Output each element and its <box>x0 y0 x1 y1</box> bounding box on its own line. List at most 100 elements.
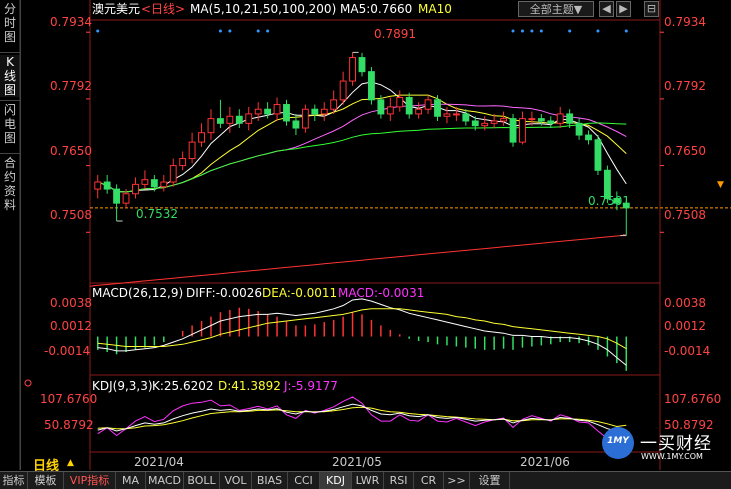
macd-tick-right: 0.0038 <box>664 296 706 310</box>
candle-body <box>292 120 300 129</box>
y-tick-label: 0.7934 <box>50 15 92 29</box>
candle-body <box>311 108 319 115</box>
candle-body <box>490 120 498 124</box>
indicator-tab[interactable]: VOL <box>220 472 252 489</box>
candle-body <box>264 108 272 115</box>
indicator-tab[interactable]: MACD <box>146 472 184 489</box>
y-tick-label-right: 0.7508 <box>664 208 706 222</box>
indicator-tab[interactable]: 设置 <box>470 472 510 489</box>
event-dot <box>511 29 515 33</box>
macd-tick: 0.0012 <box>50 319 92 333</box>
candle-body <box>301 108 309 129</box>
candle-body <box>245 113 253 124</box>
candle-body <box>358 57 366 73</box>
event-dot <box>539 29 543 33</box>
event-dot <box>218 29 222 33</box>
indicator-tab[interactable]: RSI <box>384 472 414 489</box>
indicator-tab[interactable]: 指标 <box>0 472 28 489</box>
candle-body <box>141 179 149 185</box>
candle-body <box>519 118 526 143</box>
logo: 1MY 一买财经 WWW.1MY.COM <box>600 423 731 467</box>
kdj-layer <box>97 396 627 447</box>
candle-body <box>235 115 243 124</box>
candle-body <box>160 181 168 188</box>
candle-body <box>283 104 290 122</box>
candle-body <box>94 181 102 190</box>
macd-diff-label: DIFF:-0.0026 <box>186 286 262 300</box>
candle-body <box>377 99 385 115</box>
indicator-tab[interactable]: CCI <box>288 472 320 489</box>
candle-body <box>273 104 281 115</box>
candle-body <box>566 113 574 124</box>
next-arrow-icon[interactable]: ▶ <box>616 1 631 17</box>
candle-body <box>462 113 470 122</box>
candle-body <box>254 108 262 115</box>
kdj-tick: 107.6760 <box>40 392 97 406</box>
macd-tick: 0.0038 <box>50 296 92 310</box>
indicator-tab[interactable]: LWR <box>352 472 384 489</box>
candle-body <box>528 118 536 121</box>
candle-body <box>179 158 187 167</box>
indicator-tab[interactable]: KDJ <box>320 472 352 489</box>
event-dot <box>228 29 232 33</box>
theme-dropdown-button[interactable]: 全部主题▼ <box>518 1 594 17</box>
x-axis-label: 2021/04 <box>134 455 184 469</box>
candle-body <box>216 118 224 124</box>
candle-body <box>320 108 328 115</box>
candle-body <box>537 118 545 122</box>
moving-average-layer <box>89 81 627 287</box>
candle-body <box>396 96 404 108</box>
candle-body <box>122 193 130 204</box>
indicator-tab[interactable]: BIAS <box>252 472 288 489</box>
indicator-tab[interactable]: VIP指标 <box>64 472 116 489</box>
logo-badge-icon: 1MY <box>602 427 634 459</box>
collapse-icon[interactable]: ⊟ <box>644 1 659 17</box>
indicator-tab[interactable]: 模板 <box>28 472 64 489</box>
candle-body <box>424 99 432 110</box>
event-dot <box>530 29 534 33</box>
candle-body <box>169 165 177 183</box>
event-dot <box>520 29 524 33</box>
chart-canvas[interactable]: 澳元美元 <日线> MA(5,10,21,50,100,200) MA5:0.7… <box>0 0 731 470</box>
indicator-tab[interactable]: >> <box>444 472 470 489</box>
ma200-line <box>89 234 627 287</box>
candle-body <box>132 183 139 195</box>
kdj-k-line <box>97 403 627 433</box>
event-dot <box>96 29 100 33</box>
ma5-line <box>97 81 627 193</box>
candle-body <box>547 120 555 124</box>
y-tick-label: 0.7792 <box>50 79 92 93</box>
candle-body <box>188 141 196 160</box>
candle-body <box>198 132 205 143</box>
candle-body <box>481 122 489 127</box>
candle-body <box>339 80 347 101</box>
ma-params-label: MA(5,10,21,50,100,200) <box>190 2 336 16</box>
candle-body <box>386 106 394 115</box>
logo-url: WWW.1MY.COM <box>641 452 703 461</box>
candle-body <box>349 57 356 82</box>
indicator-tab[interactable]: CR <box>414 472 444 489</box>
y-tick-label-right: 0.7650 <box>664 144 706 158</box>
kdj-settings-icon[interactable] <box>24 379 32 387</box>
indicator-tab[interactable]: MA <box>116 472 146 489</box>
kdj-d-label: D:41.3892 <box>218 379 281 393</box>
candle-body <box>594 139 602 171</box>
candle-body <box>471 120 479 127</box>
last-price-arrow-icon: ▼ <box>717 180 724 190</box>
candle-body <box>415 108 423 115</box>
prev-arrow-icon[interactable]: ◀ <box>599 1 614 17</box>
y-tick-label-right: 0.7934 <box>664 15 706 29</box>
candle-body <box>575 122 583 136</box>
candle-body <box>452 113 460 116</box>
period-up-arrow-icon[interactable]: ▲ <box>67 458 74 468</box>
kdj-tick: 50.8792 <box>44 418 94 432</box>
candle-body <box>509 118 517 143</box>
macd-dea-label: DEA:-0.0011 <box>262 286 337 300</box>
low-annotation-right: 0.7501 <box>588 194 630 208</box>
candle-body <box>113 188 121 204</box>
kdj-label: KDJ(9,3,3) <box>92 379 153 393</box>
macd-value-label: MACD:-0.0031 <box>338 286 424 300</box>
ma5-value-label: MA5:0.7660 <box>340 2 412 16</box>
y-tick-label: 0.7508 <box>50 208 92 222</box>
indicator-tab[interactable]: BOLL <box>184 472 220 489</box>
